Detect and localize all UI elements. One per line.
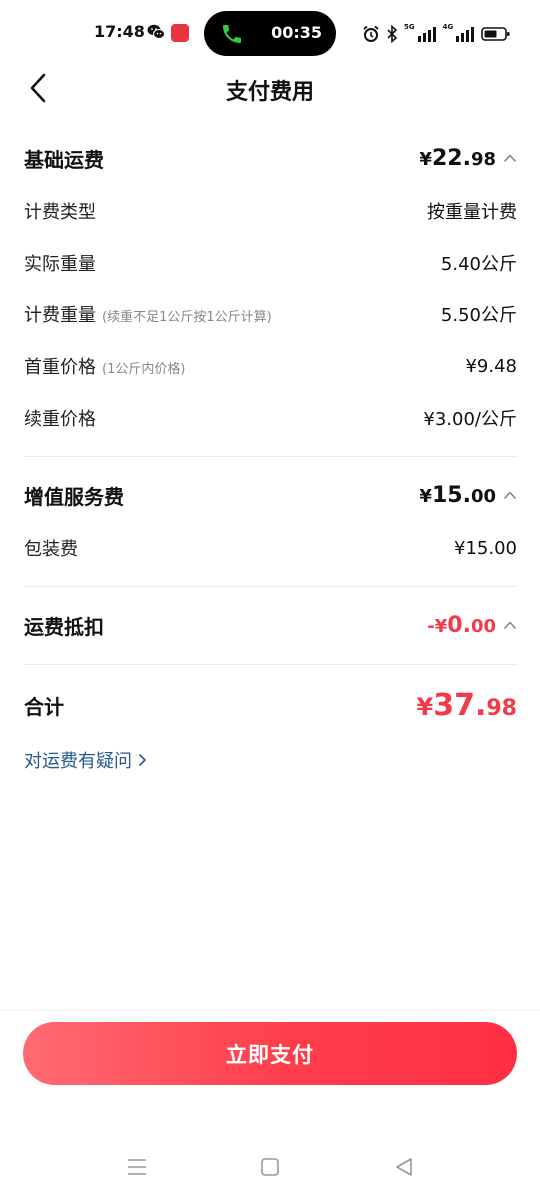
battery-icon xyxy=(481,27,510,41)
divider xyxy=(24,586,517,587)
detail-row: 计费重量 (续重不足1公斤按1公斤计算) 5.50公斤 xyxy=(24,299,517,329)
amount-integer: 15. xyxy=(431,482,471,508)
base-freight-title: 基础运费 xyxy=(24,147,104,172)
detail-label-text: 实际重量 xyxy=(24,254,96,275)
value-added-amount: ¥ 15. 00 xyxy=(419,483,517,508)
detail-note: (续重不足1公斤按1公斤计算) xyxy=(102,310,272,325)
detail-label: 实际重量 xyxy=(24,250,96,276)
status-bar: 17:48 00:35 5G 4G xyxy=(0,0,540,66)
wechat-icon xyxy=(147,24,165,39)
currency-symbol: ¥ xyxy=(416,692,434,721)
signal-icon xyxy=(417,27,436,42)
detail-value: ¥9.48 xyxy=(465,355,517,377)
ongoing-call-pill[interactable]: 00:35 xyxy=(204,11,336,56)
detail-label-text: 包装费 xyxy=(24,539,78,560)
value-added-title: 增值服务费 xyxy=(24,484,124,509)
detail-label: 续重价格 xyxy=(24,405,96,431)
amount-decimal: 00 xyxy=(470,485,496,507)
back-nav-icon[interactable] xyxy=(392,1155,416,1179)
detail-value: 按重量计费 xyxy=(427,202,517,223)
chevron-right-icon xyxy=(138,753,147,767)
page-header: 支付费用 xyxy=(0,66,540,112)
pay-now-button[interactable]: 立即支付 xyxy=(23,1022,517,1085)
detail-label-text: 计费类型 xyxy=(24,202,96,223)
base-freight-amount: ¥ 22. 98 xyxy=(419,146,517,171)
total-row: 合计 ¥ 37. 98 xyxy=(24,684,517,726)
call-duration: 00:35 xyxy=(271,23,322,42)
detail-label-text: 计费重量 xyxy=(24,305,96,326)
amount-integer: 0. xyxy=(447,612,471,638)
page-title: 支付费用 xyxy=(225,80,314,105)
bottom-divider xyxy=(0,1010,540,1011)
alarm-icon xyxy=(363,25,379,42)
detail-row: 计费类型 按重量计费 xyxy=(24,196,517,226)
amount-decimal: 00 xyxy=(470,615,496,637)
detail-label-text: 首重价格 xyxy=(24,357,96,378)
status-icons: 5G 4G xyxy=(362,22,511,46)
value-added-header[interactable]: 增值服务费 ¥ 15. 00 xyxy=(24,477,517,513)
amount-integer: 37. xyxy=(433,687,487,723)
detail-label: 首重价格 (1公斤内价格) xyxy=(24,353,185,379)
freight-question-link[interactable]: 对运费有疑问 xyxy=(24,747,147,773)
detail-row: 包装费 ¥15.00 xyxy=(24,533,517,563)
amount-decimal: 98 xyxy=(486,695,517,721)
detail-value: 5.50公斤 xyxy=(440,305,517,326)
detail-note: (1公斤内价格) xyxy=(102,362,186,377)
signal-icon xyxy=(456,27,475,42)
menu-icon[interactable] xyxy=(125,1155,149,1179)
currency-symbol: ¥ xyxy=(419,485,432,507)
detail-label-text: 续重价格 xyxy=(24,409,96,430)
detail-row: 续重价格 ¥3.00/公斤 xyxy=(24,403,517,433)
deduction-header[interactable]: 运费抵扣 -¥ 0. 00 xyxy=(24,607,517,643)
detail-label: 计费重量 (续重不足1公斤按1公斤计算) xyxy=(24,301,272,327)
currency-symbol: -¥ xyxy=(427,615,448,637)
total-label: 合计 xyxy=(24,694,64,719)
deduction-title: 运费抵扣 xyxy=(24,614,104,639)
detail-row: 首重价格 (1公斤内价格) ¥9.48 xyxy=(24,351,517,381)
chevron-up-icon[interactable] xyxy=(503,153,517,163)
total-amount: ¥ 37. 98 xyxy=(417,688,517,723)
app-notification-icon xyxy=(171,24,189,42)
detail-label: 包装费 xyxy=(24,535,78,561)
network-4g-label: 4G xyxy=(442,23,454,31)
detail-label: 计费类型 xyxy=(24,198,96,224)
amount-decimal: 98 xyxy=(470,148,496,170)
deduction-amount: -¥ 0. 00 xyxy=(427,613,517,638)
home-icon[interactable] xyxy=(258,1155,282,1179)
divider xyxy=(24,456,517,457)
amount-integer: 22. xyxy=(431,145,471,171)
system-nav-bar xyxy=(0,1140,540,1200)
detail-value: ¥15.00 xyxy=(454,537,517,559)
status-time: 17:48 xyxy=(94,22,145,41)
detail-row: 实际重量 5.40公斤 xyxy=(24,248,517,278)
freight-question-text: 对运费有疑问 xyxy=(24,751,132,772)
divider xyxy=(24,664,517,665)
chevron-up-icon[interactable] xyxy=(503,620,517,630)
base-freight-header[interactable]: 基础运费 ¥ 22. 98 xyxy=(24,140,517,176)
phone-icon xyxy=(223,25,241,43)
detail-value: 5.40公斤 xyxy=(440,254,517,275)
chevron-up-icon[interactable] xyxy=(503,490,517,500)
bluetooth-icon xyxy=(387,25,398,43)
network-5g-label: 5G xyxy=(404,23,415,31)
detail-value: ¥3.00/公斤 xyxy=(423,409,517,430)
currency-symbol: ¥ xyxy=(419,148,432,170)
